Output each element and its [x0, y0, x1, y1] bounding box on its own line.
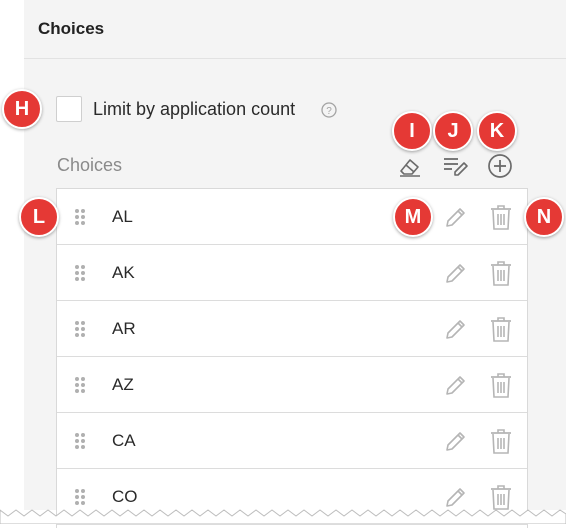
choice-row: AR	[57, 301, 527, 357]
drag-handle-icon[interactable]	[74, 264, 86, 282]
svg-text:?: ?	[326, 106, 332, 117]
drag-handle-icon[interactable]	[74, 320, 86, 338]
callout-h: H	[2, 89, 42, 129]
choice-label: AK	[112, 263, 135, 282]
choice-label: AR	[112, 319, 136, 338]
choice-label: CA	[112, 431, 136, 450]
callout-j: J	[433, 111, 473, 151]
delete-trash-icon[interactable]	[489, 203, 513, 231]
clear-icon[interactable]	[395, 151, 425, 181]
callout-k: K	[477, 111, 517, 151]
callout-m: M	[393, 197, 433, 237]
edit-pencil-icon[interactable]	[443, 372, 469, 398]
choice-label: AZ	[112, 375, 134, 394]
choice-label: AL	[112, 207, 133, 226]
add-choice-icon[interactable]	[485, 151, 515, 181]
callout-i: I	[392, 111, 432, 151]
delete-trash-icon[interactable]	[489, 427, 513, 455]
delete-trash-icon[interactable]	[489, 315, 513, 343]
choice-row: CA	[57, 413, 527, 469]
bulk-edit-icon[interactable]	[440, 151, 470, 181]
panel-title: Choices	[38, 19, 105, 38]
choices-section-label: Choices	[57, 155, 123, 175]
drag-handle-icon[interactable]	[74, 208, 86, 226]
torn-edge	[0, 509, 566, 524]
callout-l: L	[19, 197, 59, 237]
panel-header: Choices	[24, 0, 566, 59]
limit-by-count-checkbox[interactable]	[56, 96, 82, 122]
delete-trash-icon[interactable]	[489, 371, 513, 399]
edit-pencil-icon[interactable]	[443, 204, 469, 230]
delete-trash-icon[interactable]	[489, 259, 513, 287]
limit-by-count-label: Limit by application count	[93, 99, 296, 119]
choices-list: AL AK AR AZ CA CO	[56, 188, 528, 528]
drag-handle-icon[interactable]	[74, 432, 86, 450]
edit-pencil-icon[interactable]	[443, 316, 469, 342]
drag-handle-icon[interactable]	[74, 376, 86, 394]
callout-n: N	[524, 197, 564, 237]
choice-row: AL	[57, 189, 527, 245]
edit-pencil-icon[interactable]	[443, 428, 469, 454]
choice-row: AK	[57, 245, 527, 301]
edit-pencil-icon[interactable]	[443, 260, 469, 286]
help-icon[interactable]: ?	[321, 102, 337, 118]
choice-row: AZ	[57, 357, 527, 413]
